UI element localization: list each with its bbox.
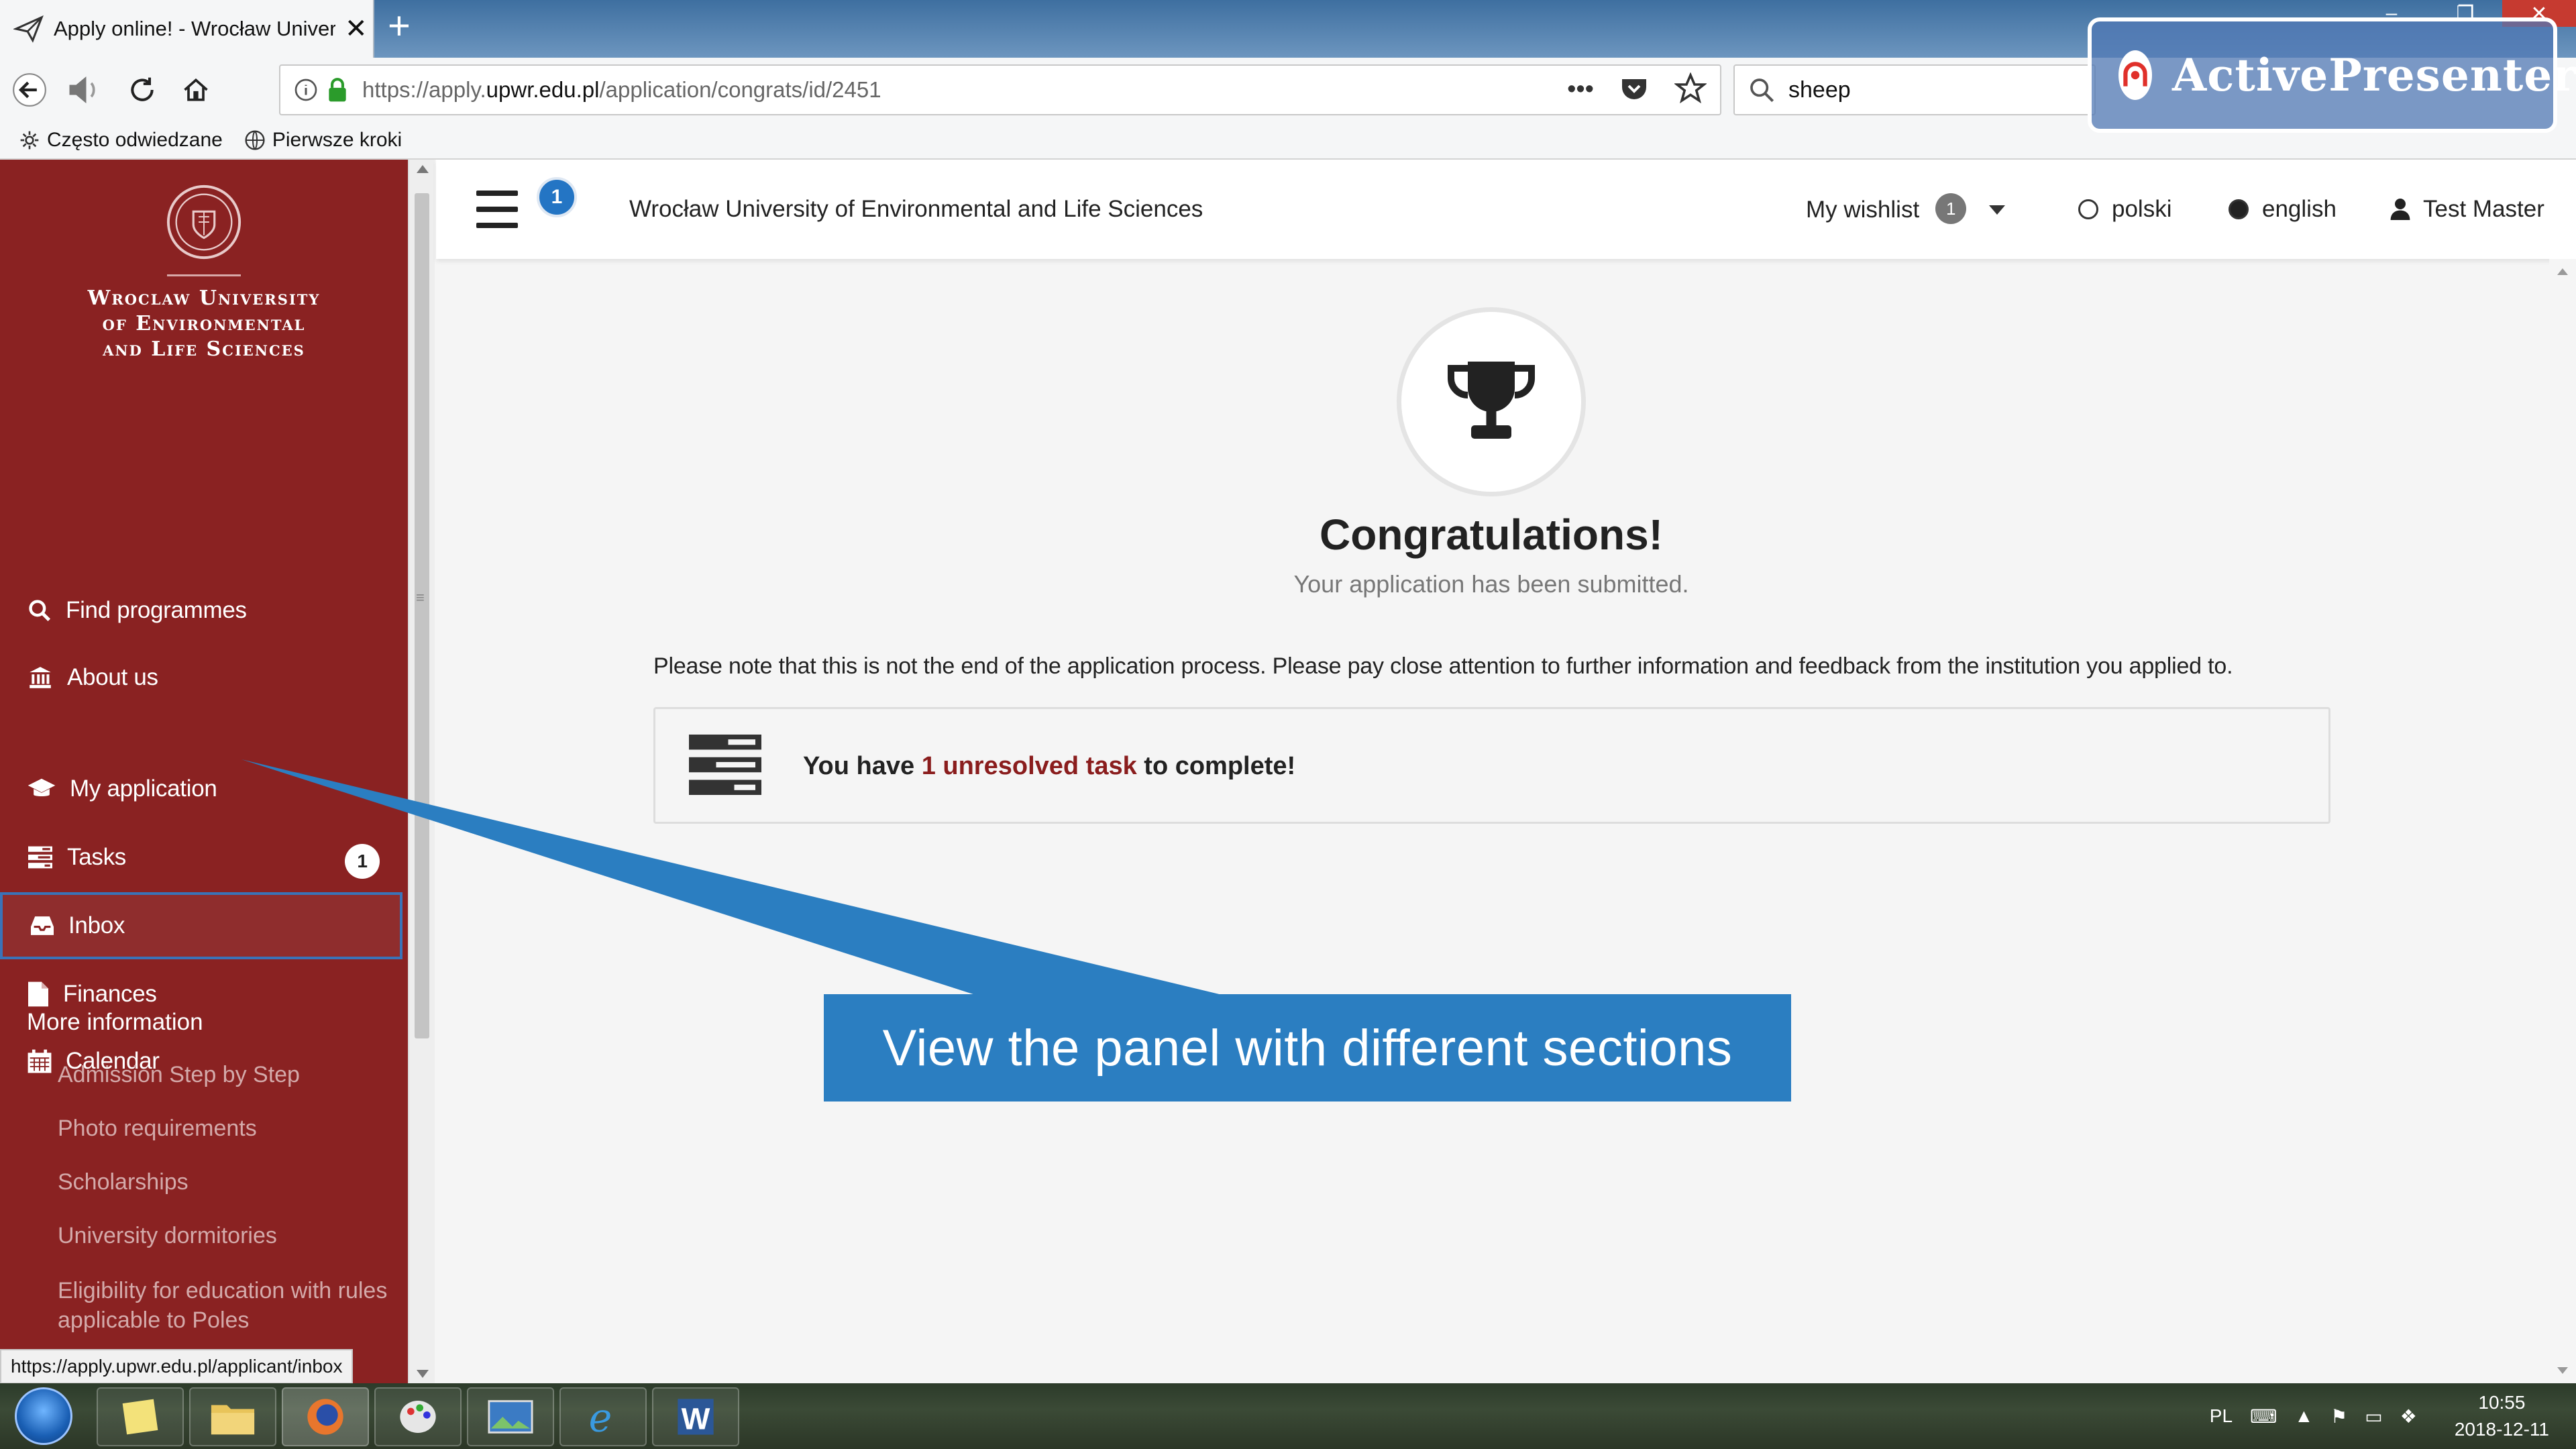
keyboard-icon[interactable]: ⌨ [2250, 1405, 2277, 1428]
taskbar-ie-app[interactable]: e [559, 1387, 647, 1446]
windows-taskbar: e W PL ⌨ ▲ ⚑ ▭ ❖ 10:55 2018-12-11 [0, 1383, 2576, 1449]
system-tray: PL ⌨ ▲ ⚑ ▭ ❖ 10:55 2018-12-11 [2210, 1383, 2549, 1449]
paint-palette-icon [400, 1401, 436, 1433]
photo-viewer-icon [488, 1400, 533, 1434]
dropbox-icon[interactable]: ❖ [2400, 1405, 2417, 1428]
internet-explorer-icon: e [589, 1395, 612, 1438]
start-button[interactable] [15, 1387, 72, 1445]
flag-icon[interactable]: ⚑ [2330, 1405, 2347, 1428]
keyboard-language[interactable]: PL [2210, 1405, 2233, 1427]
folder-icon [211, 1405, 255, 1435]
clock-date: 2018-12-11 [2454, 1419, 2549, 1440]
word-icon: W [678, 1399, 714, 1436]
svg-text:W: W [682, 1402, 710, 1436]
tray-expand-icon[interactable]: ▲ [2294, 1405, 2313, 1427]
tutorial-callout: View the panel with different sections [824, 994, 1791, 1102]
callout-pointer [241, 759, 1228, 996]
clock-time: 10:55 [2478, 1392, 2526, 1413]
firefox-icon [307, 1399, 343, 1435]
clock[interactable]: 10:55 2018-12-11 [2455, 1389, 2549, 1443]
taskbar-paint-app[interactable] [374, 1387, 462, 1446]
svg-text:e: e [589, 1395, 612, 1438]
sticky-notes-icon [122, 1399, 158, 1435]
taskbar-notes-app[interactable] [97, 1387, 184, 1446]
taskbar-explorer-app[interactable] [189, 1387, 276, 1446]
taskbar-word-app[interactable]: W [652, 1387, 739, 1446]
taskbar-photo-app[interactable] [467, 1387, 554, 1446]
network-icon[interactable]: ▭ [2365, 1405, 2382, 1428]
taskbar-firefox-app[interactable] [282, 1387, 369, 1446]
